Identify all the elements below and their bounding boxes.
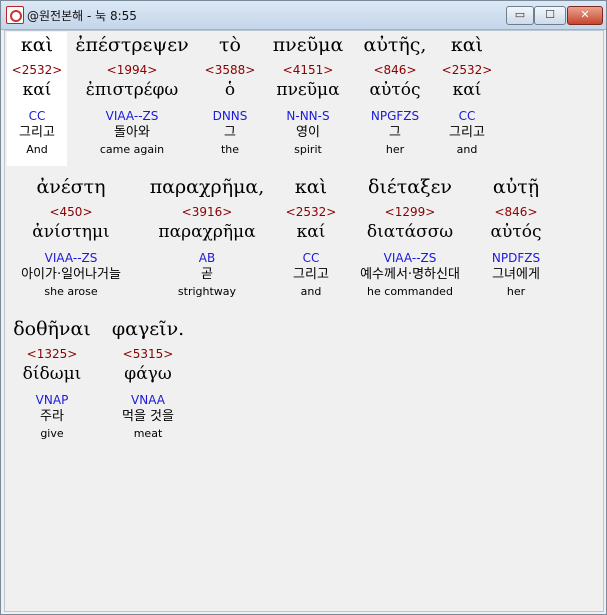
minimize-button[interactable]: ▭ <box>506 6 534 25</box>
parse-code: CC <box>458 109 476 123</box>
english-gloss: And <box>26 143 48 156</box>
app-window: @원전본해 - 눅 8:55 ▭ ☐ ✕ καὶ <2532> καί CC 그… <box>0 0 607 615</box>
english-gloss: and <box>300 285 322 298</box>
strong-number: <450> <box>49 205 93 219</box>
word-12[interactable]: φαγεῖν. <5315> φάγω VNAA 먹을 것을 meat <box>105 316 191 442</box>
app-icon[interactable] <box>6 6 24 24</box>
korean-gloss: 예수께서·명하신대 <box>360 267 460 282</box>
word-3[interactable]: πνεῦμα <4151> πνεῦμα N-NN-S 영이 spirit <box>265 32 351 158</box>
korean-gloss: 곧 <box>201 267 213 282</box>
english-gloss: spirit <box>294 143 322 156</box>
parse-code: N-NN-S <box>286 109 330 123</box>
korean-gloss: 그 <box>224 125 236 140</box>
lemma: παραχρῆμα <box>158 222 256 242</box>
parse-code: NPDFZS <box>491 251 541 265</box>
english-gloss: meat <box>133 427 163 440</box>
strong-number: <2532> <box>441 63 493 77</box>
lemma: ἀνίστημι <box>32 222 110 242</box>
greek-word: πνεῦμα <box>272 34 344 56</box>
greek-word: αὐτῆς, <box>363 34 427 56</box>
parse-code: CC <box>302 251 320 265</box>
lemma: πνεῦμα <box>276 80 340 100</box>
parse-code: DNNS <box>212 109 248 123</box>
greek-word: ἀνέστη <box>36 176 106 198</box>
word-10[interactable]: αὐτῇ <846> αὐτός NPDFZS 그녀에게 her <box>481 174 551 300</box>
word-6[interactable]: ἀνέστη <450> ἀνίστημι VIAA--ZS 아이가·일어나거늘… <box>7 174 135 300</box>
word-8[interactable]: καὶ <2532> καί CC 그리고 and <box>281 174 341 300</box>
greek-word: παραχρῆμα, <box>149 176 265 198</box>
lemma: καί <box>296 222 326 242</box>
strong-number: <1299> <box>384 205 436 219</box>
lemma: δίδωμι <box>22 364 82 384</box>
english-gloss: came again <box>99 143 165 156</box>
word-11[interactable]: δοθῆναι <1325> δίδωμι VNAP 주라 give <box>7 316 97 442</box>
greek-word: καὶ <box>450 34 484 56</box>
korean-gloss: 영이 <box>296 125 320 140</box>
greek-word: φαγεῖν. <box>111 318 185 340</box>
english-gloss: she arose <box>44 285 98 298</box>
english-gloss: her <box>506 285 526 298</box>
strong-number: <1994> <box>106 63 158 77</box>
parse-code: CC <box>28 109 46 123</box>
lemma: διατάσσω <box>366 222 454 242</box>
greek-word: καὶ <box>294 176 328 198</box>
english-gloss: strightway <box>177 285 237 298</box>
strong-number: <4151> <box>282 63 334 77</box>
greek-word: ἐπέστρεψεν <box>75 34 189 56</box>
english-gloss: and <box>456 143 478 156</box>
english-gloss: give <box>40 427 64 440</box>
strong-number: <2532> <box>285 205 337 219</box>
word-7[interactable]: παραχρῆμα, <3916> παραχρῆμα AB 곧 stright… <box>145 174 269 300</box>
word-9[interactable]: διέταξεν <1299> διατάσσω VIAA--ZS 예수께서·명… <box>345 174 475 300</box>
parse-code: VIAA--ZS <box>105 109 159 123</box>
lemma: καί <box>22 80 52 100</box>
greek-word: διέταξεν <box>368 176 452 198</box>
strong-number: <3588> <box>204 63 256 77</box>
lemma: αὐτός <box>490 222 542 242</box>
parse-code: VIAA--ZS <box>44 251 98 265</box>
word-5[interactable]: καὶ <2532> καί CC 그리고 and <box>437 32 497 158</box>
lemma: ἐπιστρέφω <box>85 80 179 100</box>
korean-gloss: 아이가·일어나거늘 <box>21 267 121 282</box>
strong-number: <3916> <box>181 205 233 219</box>
title-bar[interactable]: @원전본해 - 눅 8:55 ▭ ☐ ✕ <box>1 1 606 30</box>
korean-gloss: 그녀에게 <box>492 267 540 282</box>
strong-number: <1325> <box>26 347 78 361</box>
korean-gloss: 그 <box>389 125 401 140</box>
greek-word: καὶ <box>20 34 54 56</box>
parse-code: VIAA--ZS <box>383 251 437 265</box>
parse-code: NPGFZS <box>370 109 420 123</box>
korean-gloss: 그리고 <box>19 125 55 140</box>
lemma: φάγω <box>124 364 172 384</box>
strong-number: <846> <box>373 63 417 77</box>
greek-word: αὐτῇ <box>492 176 540 198</box>
interlinear-panel: καὶ <2532> καί CC 그리고 And ἐπέστρεψεν <19… <box>4 30 604 612</box>
parse-code: VNAP <box>35 393 69 407</box>
word-4[interactable]: αὐτῆς, <846> αὐτός NPGFZS 그 her <box>355 32 435 158</box>
close-button[interactable]: ✕ <box>567 6 603 25</box>
greek-word: δοθῆναι <box>13 318 91 340</box>
window-title: @원전본해 - 눅 8:55 <box>27 9 137 23</box>
maximize-button[interactable]: ☐ <box>534 6 566 25</box>
english-gloss: the <box>220 143 240 156</box>
strong-number: <5315> <box>122 347 174 361</box>
english-gloss: he commanded <box>367 285 453 298</box>
korean-gloss: 그리고 <box>293 267 329 282</box>
word-2[interactable]: τὸ <3588> ὁ DNNS 그 the <box>200 32 260 158</box>
strong-number: <2532> <box>11 63 63 77</box>
strong-number: <846> <box>494 205 538 219</box>
korean-gloss: 주라 <box>40 409 64 424</box>
korean-gloss: 돌아와 <box>114 125 150 140</box>
parse-code: VNAA <box>131 393 165 407</box>
english-gloss: her <box>385 143 405 156</box>
korean-gloss: 그리고 <box>449 125 485 140</box>
greek-word: τὸ <box>219 34 241 56</box>
word-1[interactable]: ἐπέστρεψεν <1994> ἐπιστρέφω VIAA--ZS 돌아와… <box>69 32 195 158</box>
korean-gloss: 먹을 것을 <box>122 409 174 424</box>
parse-code: AB <box>198 251 216 265</box>
lemma: ὁ <box>224 80 236 100</box>
lemma: καί <box>452 80 482 100</box>
word-0[interactable]: καὶ <2532> καί CC 그리고 And <box>7 32 67 166</box>
lemma: αὐτός <box>369 80 421 100</box>
